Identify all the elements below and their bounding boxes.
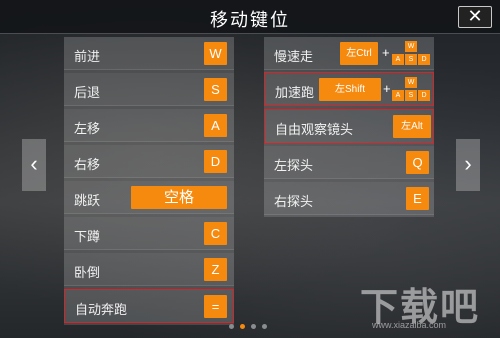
- keybind-label: 右移: [74, 157, 101, 172]
- keybind-row-auto-run[interactable]: 自动奔跑 =: [64, 289, 234, 323]
- keybind-row-lean-right[interactable]: 右探头 E: [264, 182, 434, 215]
- keybind-key[interactable]: A: [204, 114, 227, 137]
- keybind-label: 右探头: [274, 194, 314, 209]
- keybind-key[interactable]: Z: [204, 258, 227, 281]
- wasd-key-a: A: [392, 90, 404, 101]
- keybind-label: 自由观察镜头: [275, 122, 354, 137]
- keybind-key[interactable]: W: [204, 42, 227, 65]
- page-title: 移动键位: [210, 10, 290, 30]
- keybind-key[interactable]: D: [204, 150, 227, 173]
- keybind-row-prone[interactable]: 卧倒 Z: [64, 253, 234, 286]
- left-keybind-panel: 前进 W 后退 S 左移 A 右移 D 跳跃 空格 下蹲 C 卧倒 Z 自动奔跑…: [64, 37, 234, 325]
- wasd-key-a: A: [392, 54, 404, 65]
- next-page-button[interactable]: ›: [456, 139, 480, 191]
- keybind-label: 加速跑: [275, 85, 315, 100]
- keybind-label: 慢速走: [274, 49, 314, 64]
- wasd-keys: W A S D: [392, 77, 434, 103]
- wasd-key-s: S: [405, 90, 417, 101]
- keybind-key[interactable]: E: [406, 187, 429, 210]
- keybind-row-left[interactable]: 左移 A: [64, 109, 234, 142]
- keybind-row-right[interactable]: 右移 D: [64, 145, 234, 178]
- page-dot[interactable]: [251, 324, 256, 329]
- keybind-key[interactable]: S: [204, 78, 227, 101]
- keybind-row-free-look[interactable]: 自由观察镜头 左Alt: [264, 109, 434, 144]
- keybind-key[interactable]: 左Ctrl: [340, 42, 378, 65]
- keybind-row-crouch[interactable]: 下蹲 C: [64, 217, 234, 250]
- keybind-row-jump[interactable]: 跳跃 空格: [64, 181, 234, 214]
- keybind-key[interactable]: C: [204, 222, 227, 245]
- page-indicator: [229, 324, 269, 332]
- wasd-key-d: D: [418, 90, 430, 101]
- keybind-label: 下蹲: [74, 229, 101, 244]
- page-dot[interactable]: [229, 324, 234, 329]
- watermark-url: www.xiazaiba.com: [372, 320, 447, 330]
- wasd-key-s: S: [405, 54, 417, 65]
- keybind-label: 跳跃: [74, 193, 101, 208]
- page-dot-active[interactable]: [240, 324, 245, 329]
- plus-sign: +: [382, 45, 390, 60]
- keybind-label: 左移: [74, 121, 101, 136]
- watermark-logo: 下载吧 www.xiazaiba.com: [360, 276, 494, 334]
- keybind-row-walk-slow[interactable]: 慢速走 左Ctrl + W A S D: [264, 37, 434, 70]
- keybind-row-forward[interactable]: 前进 W: [64, 37, 234, 70]
- keybind-row-sprint[interactable]: 加速跑 左Shift + W A S D: [264, 72, 434, 106]
- keybind-label: 后退: [74, 85, 101, 100]
- keybind-row-back[interactable]: 后退 S: [64, 73, 234, 106]
- keybind-key[interactable]: 左Alt: [393, 115, 431, 138]
- wasd-key-d: D: [418, 54, 430, 65]
- wasd-keys: W A S D: [392, 41, 434, 67]
- keybind-label: 左探头: [274, 158, 314, 173]
- right-keybind-panel: 慢速走 左Ctrl + W A S D 加速跑 左Shift + W A S D…: [264, 37, 434, 217]
- title-bar: 移动键位 ✕: [0, 0, 500, 34]
- keybind-row-lean-left[interactable]: 左探头 Q: [264, 146, 434, 179]
- prev-page-button[interactable]: ‹: [22, 139, 46, 191]
- keybind-key[interactable]: Q: [406, 151, 429, 174]
- wasd-key-w: W: [405, 77, 417, 88]
- keybind-key[interactable]: 左Shift: [319, 78, 381, 101]
- keybind-label: 前进: [74, 49, 101, 64]
- keybind-label: 卧倒: [74, 265, 101, 280]
- plus-sign: +: [383, 81, 391, 96]
- page-dot[interactable]: [262, 324, 267, 329]
- keybind-label: 自动奔跑: [75, 302, 128, 317]
- keybind-key[interactable]: =: [204, 295, 227, 318]
- wasd-key-w: W: [405, 41, 417, 52]
- keybind-key[interactable]: 空格: [131, 186, 227, 209]
- close-button[interactable]: ✕: [458, 6, 492, 28]
